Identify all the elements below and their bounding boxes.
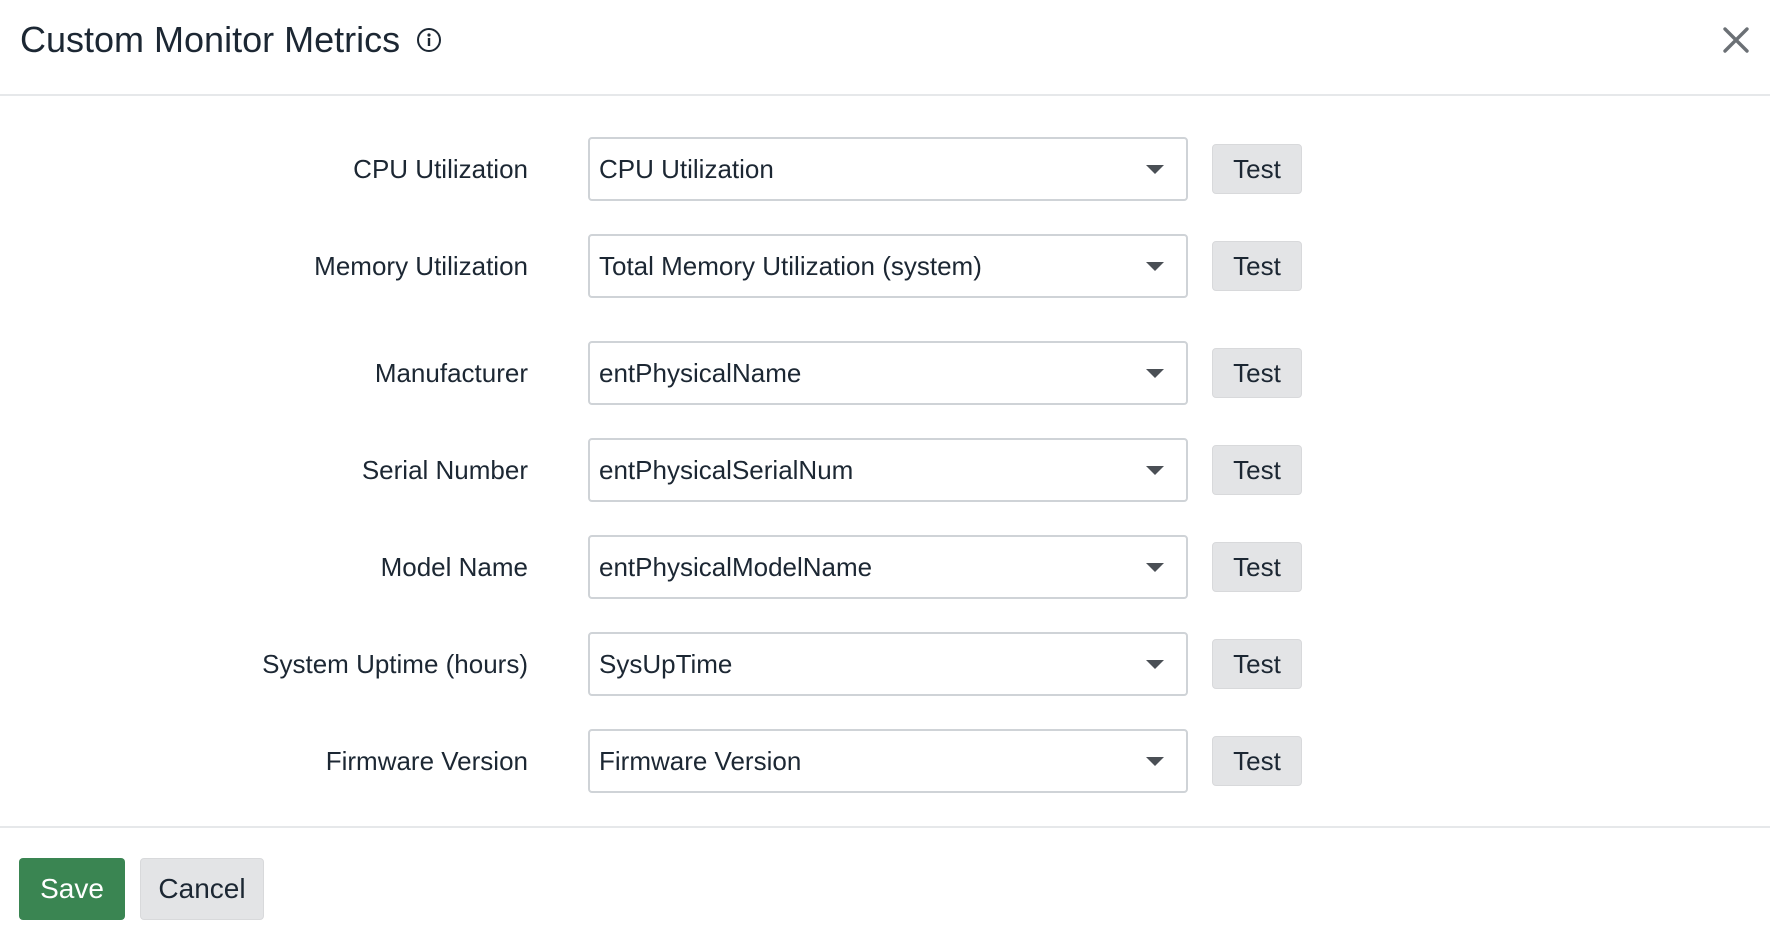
metric-label: Firmware Version [325,746,528,776]
caret-down-icon [1146,563,1164,572]
test-button[interactable]: Test [1212,639,1302,689]
metric-select-value: entPhysicalSerialNum [599,455,854,485]
metric-row-model-name: Model Name entPhysicalModelName Test [0,535,1770,599]
metric-select[interactable]: entPhysicalName [588,341,1188,405]
metrics-form: CPU Utilization CPU Utilization Test Mem… [0,96,1770,826]
cancel-button[interactable]: Cancel [140,858,264,920]
metric-row-firmware-version: Firmware Version Firmware Version Test [0,729,1770,793]
dialog-header: Custom Monitor Metrics [0,0,1770,96]
caret-down-icon [1146,369,1164,378]
caret-down-icon [1146,165,1164,174]
metric-label: Memory Utilization [314,251,528,281]
caret-down-icon [1146,660,1164,669]
metric-select-value: CPU Utilization [599,154,774,184]
metric-label: Serial Number [361,455,528,485]
metric-row-system-uptime: System Uptime (hours) SysUpTime Test [0,632,1770,696]
metric-row-memory-utilization: Memory Utilization Total Memory Utilizat… [0,234,1770,298]
metric-select[interactable]: Firmware Version [588,729,1188,793]
custom-monitor-metrics-dialog: Custom Monitor Metrics CPU Utilization C… [0,0,1770,938]
dialog-footer: Save Cancel [0,826,1770,938]
metric-select-value: entPhysicalName [599,358,802,388]
metric-select[interactable]: entPhysicalSerialNum [588,438,1188,502]
test-button[interactable]: Test [1212,736,1302,786]
metric-row-manufacturer: Manufacturer entPhysicalName Test [0,341,1770,405]
metric-label: CPU Utilization [353,154,528,184]
test-button[interactable]: Test [1212,241,1302,291]
caret-down-icon [1146,757,1164,766]
metric-select-value: SysUpTime [599,649,733,679]
metric-label: System Uptime (hours) [262,649,528,679]
metric-select-value: Firmware Version [599,746,802,776]
metric-row-cpu-utilization: CPU Utilization CPU Utilization Test [0,137,1770,201]
info-icon[interactable] [416,27,442,53]
metric-select[interactable]: CPU Utilization [588,137,1188,201]
dialog-title: Custom Monitor Metrics [20,19,401,60]
metric-row-serial-number: Serial Number entPhysicalSerialNum Test [0,438,1770,502]
metric-label: Model Name [380,552,528,582]
metric-select[interactable]: SysUpTime [588,632,1188,696]
test-button[interactable]: Test [1212,144,1302,194]
test-button[interactable]: Test [1212,445,1302,495]
test-button[interactable]: Test [1212,542,1302,592]
metric-select[interactable]: Total Memory Utilization (system) [588,234,1188,298]
save-button[interactable]: Save [19,858,125,920]
metric-select-value: entPhysicalModelName [599,552,873,582]
caret-down-icon [1146,466,1164,475]
test-button[interactable]: Test [1212,348,1302,398]
metric-select[interactable]: entPhysicalModelName [588,535,1188,599]
metric-select-value: Total Memory Utilization (system) [599,251,982,281]
close-icon[interactable] [1720,24,1752,56]
caret-down-icon [1146,262,1164,271]
metric-label: Manufacturer [374,358,528,388]
